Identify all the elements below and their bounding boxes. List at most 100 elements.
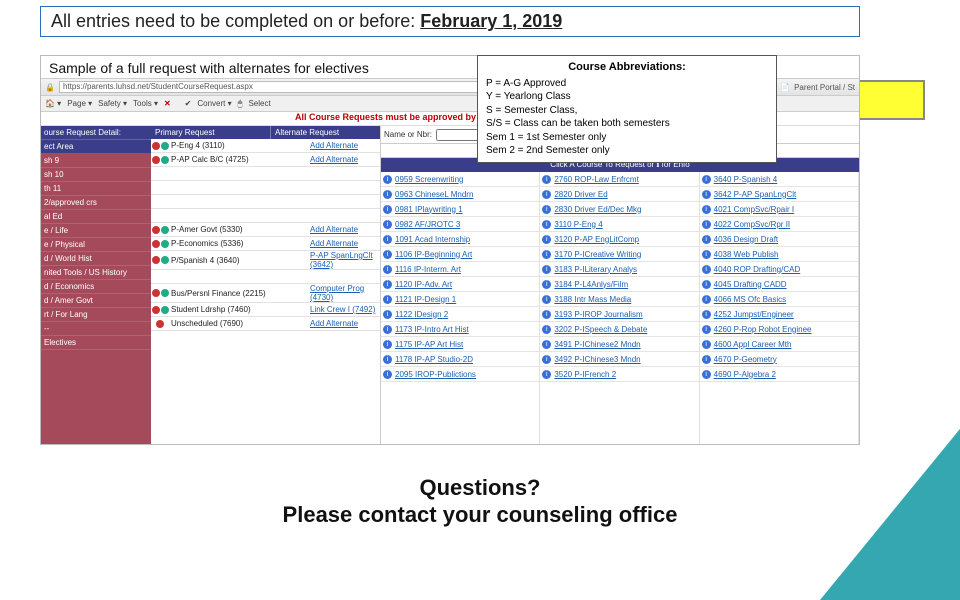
status-icon[interactable] (161, 226, 169, 234)
course-cell[interactable]: i4600 Appl Career Mth (700, 337, 858, 352)
info-icon[interactable]: i (702, 220, 711, 229)
course-cell[interactable]: i3520 P-IFrench 2 (540, 367, 698, 382)
course-link[interactable]: 0963 ChineseL Mndrn (395, 190, 473, 199)
sidebar-item[interactable]: d / Amer Govt (41, 294, 151, 308)
info-icon[interactable]: i (702, 340, 711, 349)
remove-icon[interactable] (152, 306, 160, 314)
course-cell[interactable]: i0959 Screenwriting (381, 172, 539, 187)
course-link[interactable]: 4040 ROP Drafting/CAD (714, 265, 801, 274)
course-cell[interactable]: i3120 P-AP EngLitComp (540, 232, 698, 247)
sidebar-item[interactable]: d / World Hist (41, 252, 151, 266)
course-link[interactable]: 4670 P-Geometry (714, 355, 777, 364)
alternate-link[interactable]: Link Crew I (7492) (310, 305, 375, 314)
info-icon[interactable]: i (542, 220, 551, 229)
course-link[interactable]: 4252 Jumpst/Engineer (714, 310, 794, 319)
course-cell[interactable]: i4040 ROP Drafting/CAD (700, 262, 858, 277)
info-icon[interactable]: i (383, 250, 392, 259)
course-link[interactable]: 4021 CompSvc/Rpair I (714, 205, 794, 214)
course-link[interactable]: 3491 P-IChinese2 Mndn (554, 340, 640, 349)
toolbar-page[interactable]: Page ▾ (67, 99, 92, 108)
toolbar-safety[interactable]: Safety ▾ (98, 99, 127, 108)
info-icon[interactable]: i (542, 355, 551, 364)
info-icon[interactable]: i (383, 310, 392, 319)
info-icon[interactable]: i (383, 370, 392, 379)
course-cell[interactable]: i2830 Driver Ed/Dec Mkg (540, 202, 698, 217)
course-link[interactable]: 3202 P-ISpeech & Debate (554, 325, 647, 334)
course-cell[interactable]: i3184 P-L4Anlys/Film (540, 277, 698, 292)
course-link[interactable]: 1175 IP-AP Art Hist (395, 340, 463, 349)
status-icon[interactable] (161, 306, 169, 314)
info-icon[interactable]: i (702, 205, 711, 214)
remove-icon[interactable] (156, 320, 164, 328)
course-cell[interactable]: i4022 CompSvc/Rpr II (700, 217, 858, 232)
course-cell[interactable]: i1116 IP-Interm. Art (381, 262, 539, 277)
sidebar-item[interactable]: sh 9 (41, 154, 151, 168)
course-cell[interactable]: i1122 IDesign 2 (381, 307, 539, 322)
course-cell[interactable]: i3491 P-IChinese2 Mndn (540, 337, 698, 352)
info-icon[interactable]: i (702, 265, 711, 274)
info-icon[interactable]: i (542, 340, 551, 349)
course-cell[interactable]: i1173 IP-Intro Art Hist (381, 322, 539, 337)
course-link[interactable]: 3184 P-L4Anlys/Film (554, 280, 628, 289)
course-cell[interactable]: i2760 ROP-Law Enfrcmt (540, 172, 698, 187)
info-icon[interactable]: i (542, 235, 551, 244)
course-cell[interactable]: i3170 P-ICreative Writing (540, 247, 698, 262)
course-cell[interactable]: i3202 P-ISpeech & Debate (540, 322, 698, 337)
course-link[interactable]: 1091 Acad Internship (395, 235, 470, 244)
alternate-link[interactable]: P-AP SpanLngClt (3642) (310, 251, 373, 269)
info-icon[interactable]: i (702, 235, 711, 244)
course-link[interactable]: 0982 AF/JROTC 3 (395, 220, 460, 229)
course-cell[interactable]: i1120 IP-Adv. Art (381, 277, 539, 292)
course-cell[interactable]: i1091 Acad Internship (381, 232, 539, 247)
toolbar-tools[interactable]: Tools ▾ (133, 99, 158, 108)
info-icon[interactable]: i (702, 190, 711, 199)
sidebar-item[interactable]: e / Physical (41, 238, 151, 252)
course-cell[interactable]: i4036 Design Draft (700, 232, 858, 247)
course-cell[interactable]: i4038 Web Publish (700, 247, 858, 262)
course-link[interactable]: 1121 IP-Design 1 (395, 295, 456, 304)
course-link[interactable]: 4036 Design Draft (714, 235, 778, 244)
course-link[interactable]: 1178 IP-AP Studio-2D (395, 355, 473, 364)
course-link[interactable]: 4045 Drafting CADD (714, 280, 787, 289)
course-cell[interactable]: i1106 IP-Beginning Art (381, 247, 539, 262)
info-icon[interactable]: i (383, 265, 392, 274)
course-cell[interactable]: i1178 IP-AP Studio-2D (381, 352, 539, 367)
remove-icon[interactable] (152, 289, 160, 297)
course-cell[interactable]: i0981 IPlaywriting 1 (381, 202, 539, 217)
course-cell[interactable]: i0982 AF/JROTC 3 (381, 217, 539, 232)
info-icon[interactable]: i (542, 190, 551, 199)
remove-icon[interactable] (152, 156, 160, 164)
course-link[interactable]: 2820 Driver Ed (554, 190, 607, 199)
course-cell[interactable]: i4066 MS Ofc Basics (700, 292, 858, 307)
course-cell[interactable]: i4021 CompSvc/Rpair I (700, 202, 858, 217)
info-icon[interactable]: i (383, 235, 392, 244)
sidebar-item[interactable]: al Ed (41, 210, 151, 224)
course-cell[interactable]: i1121 IP-Design 1 (381, 292, 539, 307)
info-icon[interactable]: i (542, 295, 551, 304)
course-link[interactable]: 2760 ROP-Law Enfrcmt (554, 175, 638, 184)
remove-icon[interactable] (152, 226, 160, 234)
course-link[interactable]: 4066 MS Ofc Basics (714, 295, 786, 304)
sidebar-item[interactable]: sh 10 (41, 168, 151, 182)
alternate-link[interactable]: Add Alternate (310, 225, 358, 234)
info-icon[interactable]: i (542, 250, 551, 259)
info-icon[interactable]: i (702, 355, 711, 364)
course-cell[interactable]: i3183 P-ILiterary Analys (540, 262, 698, 277)
alternate-link[interactable]: Add Alternate (310, 141, 358, 150)
info-icon[interactable]: i (542, 265, 551, 274)
course-link[interactable]: 3170 P-ICreative Writing (554, 250, 641, 259)
alternate-link[interactable]: Add Alternate (310, 239, 358, 248)
course-cell[interactable]: i4690 P-Algebra 2 (700, 367, 858, 382)
info-icon[interactable]: i (542, 310, 551, 319)
info-icon[interactable]: i (383, 175, 392, 184)
course-cell[interactable]: i3640 P-Spanish 4 (700, 172, 858, 187)
info-icon[interactable]: i (702, 280, 711, 289)
remove-icon[interactable] (152, 240, 160, 248)
info-icon[interactable]: i (383, 190, 392, 199)
info-icon[interactable]: i (702, 295, 711, 304)
sidebar-item[interactable]: Electives (41, 336, 151, 350)
alternate-link[interactable]: Add Alternate (310, 155, 358, 164)
info-icon[interactable]: i (383, 340, 392, 349)
course-link[interactable]: 1120 IP-Adv. Art (395, 280, 452, 289)
course-cell[interactable]: i3492 P-IChinese3 Mndn (540, 352, 698, 367)
